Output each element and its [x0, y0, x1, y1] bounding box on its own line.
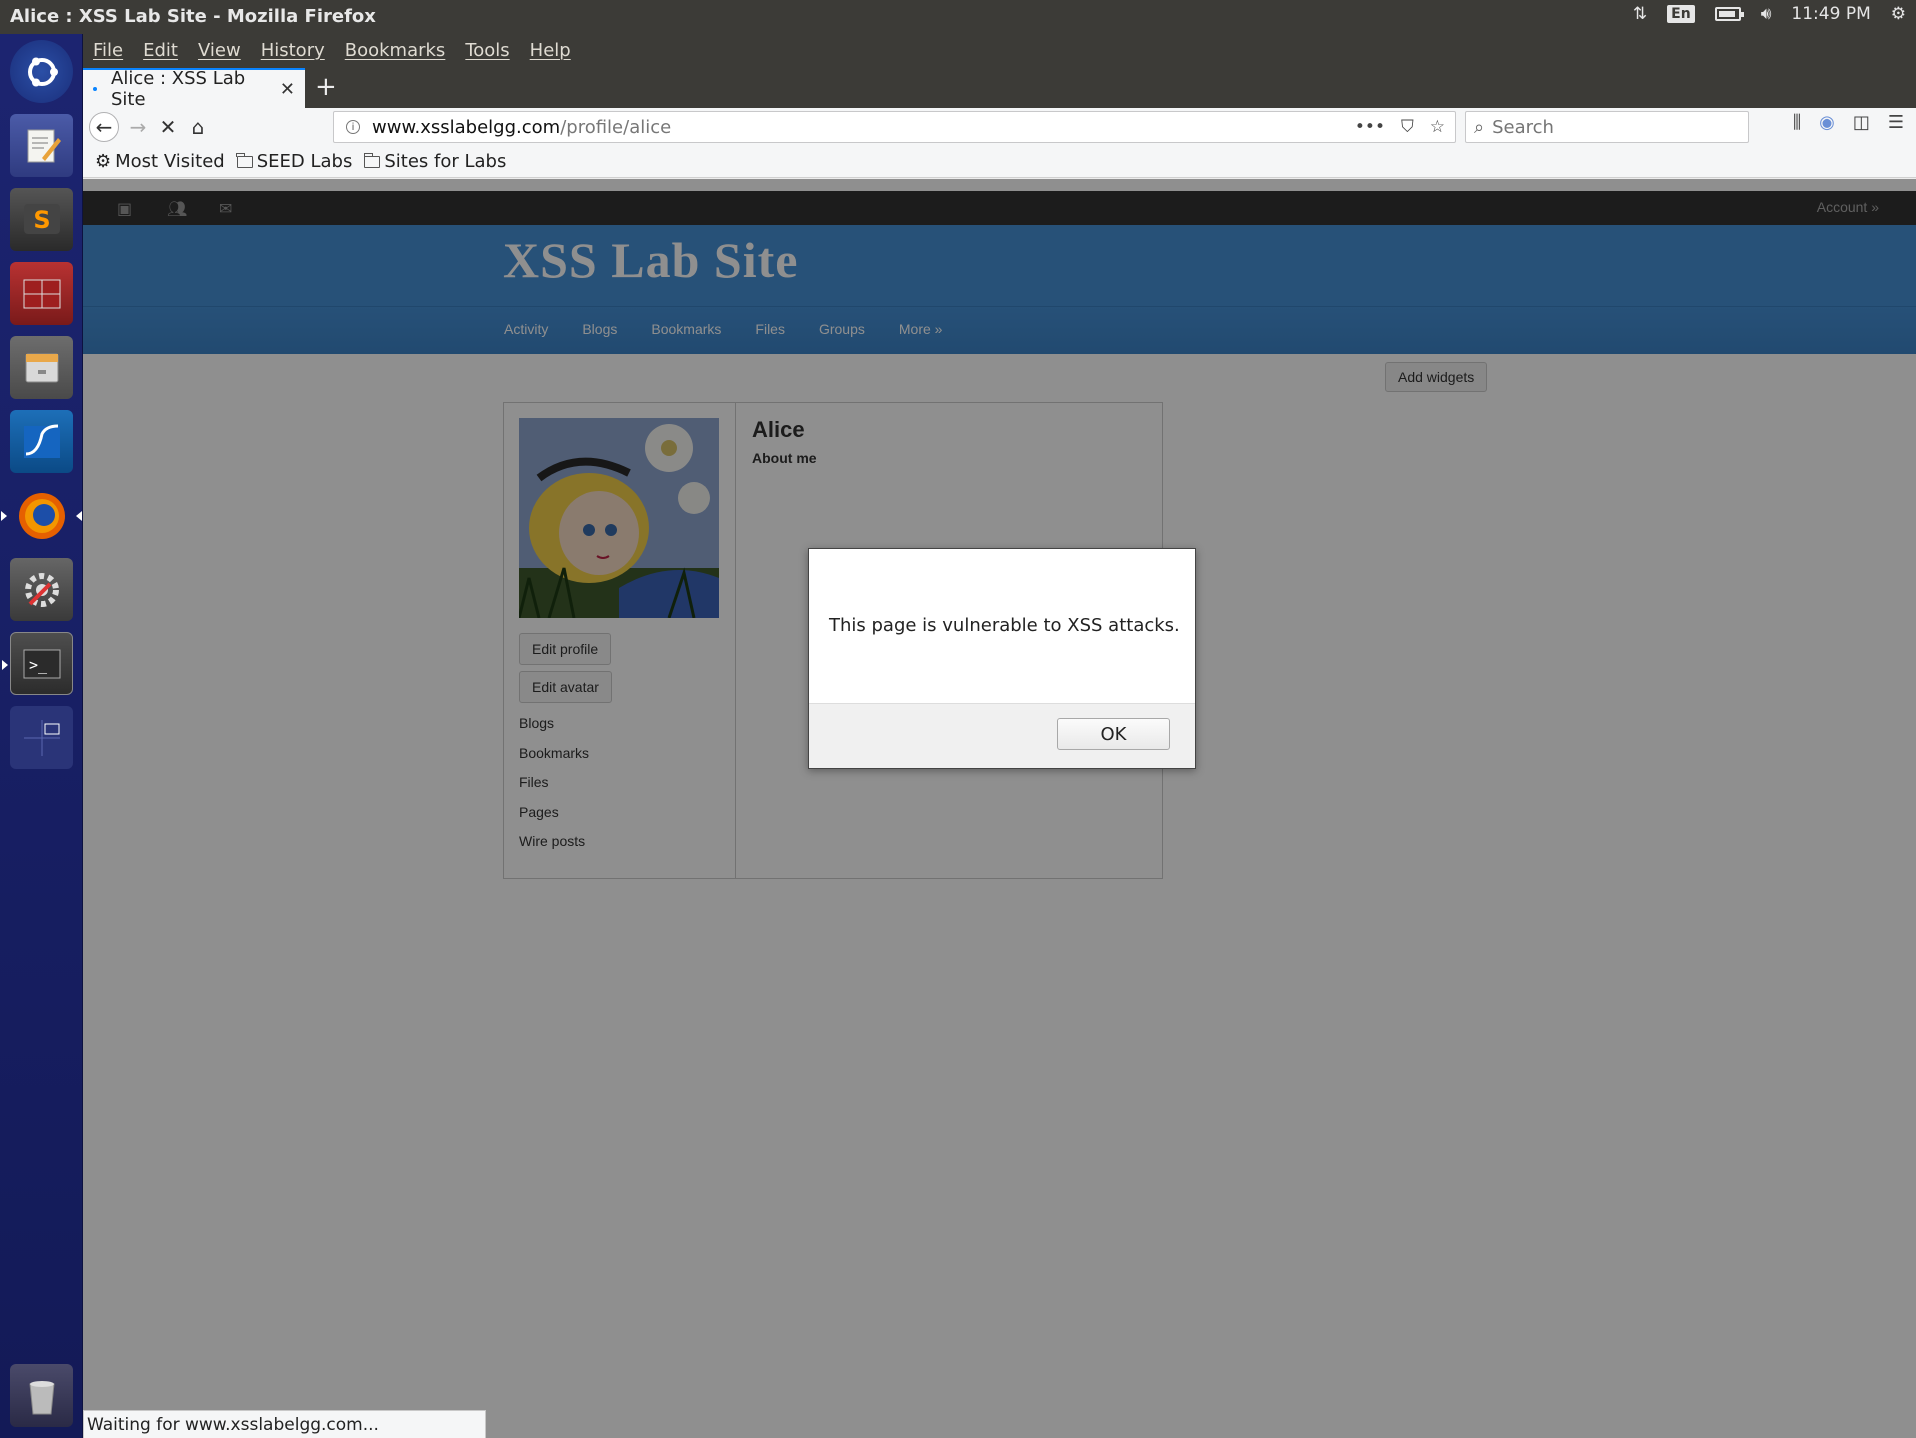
tab-bar: Alice : XSS Lab Site ✕ + — [83, 66, 1916, 110]
modal-overlay — [83, 179, 1916, 1438]
indicator-area: ⇅ En 🔊︎ 11:49 PM ⚙ — [1633, 4, 1906, 24]
volume-icon[interactable]: 🔊︎ — [1761, 4, 1772, 24]
hamburger-menu-icon[interactable]: ☰ — [1888, 112, 1904, 133]
sublime-text-icon[interactable]: S — [10, 188, 73, 251]
extension-icon[interactable]: ◉ — [1819, 112, 1835, 133]
terminal-icon[interactable]: >_ — [2, 632, 73, 695]
terminator-icon[interactable] — [10, 262, 73, 325]
alert-footer: OK — [809, 703, 1195, 768]
stop-loading-button[interactable]: ✕ — [153, 112, 183, 142]
ubuntu-dash-icon[interactable] — [10, 40, 73, 103]
workspace-switcher-icon[interactable] — [10, 706, 73, 769]
gear-icon: ⚙ — [95, 151, 112, 172]
trash-icon[interactable] — [10, 1364, 73, 1427]
svg-text:>_: >_ — [29, 656, 48, 674]
bookmark-label: SEED Labs — [256, 151, 353, 172]
menu-help[interactable]: Help — [530, 40, 571, 61]
bookmark-label: Most Visited — [115, 151, 225, 172]
keyboard-layout-indicator[interactable]: En — [1667, 5, 1695, 23]
gear-icon[interactable]: ⚙ — [1891, 4, 1906, 24]
forward-button[interactable]: → — [123, 112, 153, 142]
sidebar-icon[interactable]: ◫ — [1853, 112, 1870, 133]
svg-text:S: S — [33, 206, 50, 234]
battery-icon[interactable] — [1714, 7, 1744, 21]
url-host: www.xsslabelgg.com — [372, 116, 561, 138]
close-tab-icon[interactable]: ✕ — [280, 79, 295, 100]
menu-view[interactable]: View — [198, 40, 241, 61]
search-input[interactable] — [1492, 116, 1713, 138]
loading-indicator-icon — [93, 87, 97, 91]
folder-icon — [363, 152, 381, 168]
status-bar: Waiting for www.xsslabelgg.com... — [83, 1410, 486, 1438]
alert-dialog: This page is vulnerable to XSS attacks. … — [808, 548, 1196, 769]
folder-icon — [236, 152, 253, 168]
tab-alice[interactable]: Alice : XSS Lab Site ✕ — [83, 68, 305, 110]
unity-launcher: S >_ — [0, 34, 83, 1438]
site-info-icon[interactable]: i — [346, 120, 360, 134]
library-icon[interactable]: ⫼ — [1793, 112, 1801, 133]
menu-history[interactable]: History — [261, 40, 325, 61]
page-actions-icon[interactable]: ••• — [1355, 117, 1385, 137]
home-button[interactable]: ⌂ — [183, 112, 213, 142]
toolbar-right: ⫼ ◉ ◫ ☰ — [1793, 112, 1904, 133]
alert-message: This page is vulnerable to XSS attacks. — [829, 615, 1180, 636]
bookmark-sites-for-labs[interactable]: Sites for Labs — [363, 151, 507, 172]
url-actions: ••• ⛉ ☆ — [1355, 117, 1455, 137]
menu-bookmarks[interactable]: Bookmarks — [345, 40, 446, 61]
new-tab-button[interactable]: + — [315, 72, 337, 102]
bookmark-most-visited[interactable]: ⚙ Most Visited — [95, 151, 225, 172]
clock[interactable]: 11:49 PM — [1791, 4, 1870, 24]
bookmark-star-icon[interactable]: ☆ — [1430, 117, 1445, 137]
bookmark-label: Sites for Labs — [384, 151, 507, 172]
firefox-window: File Edit View History Bookmarks Tools H… — [83, 34, 1916, 1438]
bookmark-seed-labs[interactable]: SEED Labs — [236, 151, 353, 172]
menu-edit[interactable]: Edit — [143, 40, 178, 61]
ok-button[interactable]: OK — [1057, 718, 1170, 750]
bookmarks-toolbar: ⚙ Most Visited SEED Labs Sites for Labs — [83, 146, 1916, 178]
pocket-icon[interactable]: ⛉ — [1401, 117, 1414, 137]
navigation-toolbar: ← → ✕ ⌂ i www.xsslabelgg.com/profile/ali… — [83, 108, 1916, 146]
url-path: /profile/alice — [560, 116, 672, 138]
menu-bar: File Edit View History Bookmarks Tools H… — [83, 34, 1916, 66]
file-manager-icon[interactable] — [10, 336, 73, 399]
window-title: Alice : XSS Lab Site - Mozilla Firefox — [10, 6, 376, 27]
menu-tools[interactable]: Tools — [465, 40, 509, 61]
wireshark-icon[interactable] — [10, 410, 73, 473]
tab-label: Alice : XSS Lab Site — [111, 68, 246, 110]
firefox-icon[interactable] — [1, 484, 82, 547]
system-settings-icon[interactable] — [10, 558, 73, 621]
page-content: ▣ 👥︎ ✉ Account » XSS Lab Site Activity B… — [83, 179, 1916, 1438]
system-top-panel: Alice : XSS Lab Site - Mozilla Firefox ⇅… — [0, 0, 1916, 34]
search-box[interactable]: ⌕ — [1465, 111, 1749, 143]
menu-file[interactable]: File — [93, 40, 123, 61]
back-button[interactable]: ← — [89, 112, 119, 142]
search-icon: ⌕ — [1474, 116, 1485, 138]
network-icon[interactable]: ⇅ — [1633, 4, 1647, 24]
url-bar[interactable]: i www.xsslabelgg.com/profile/alice ••• ⛉… — [333, 111, 1456, 143]
text-editor-icon[interactable] — [10, 114, 73, 177]
